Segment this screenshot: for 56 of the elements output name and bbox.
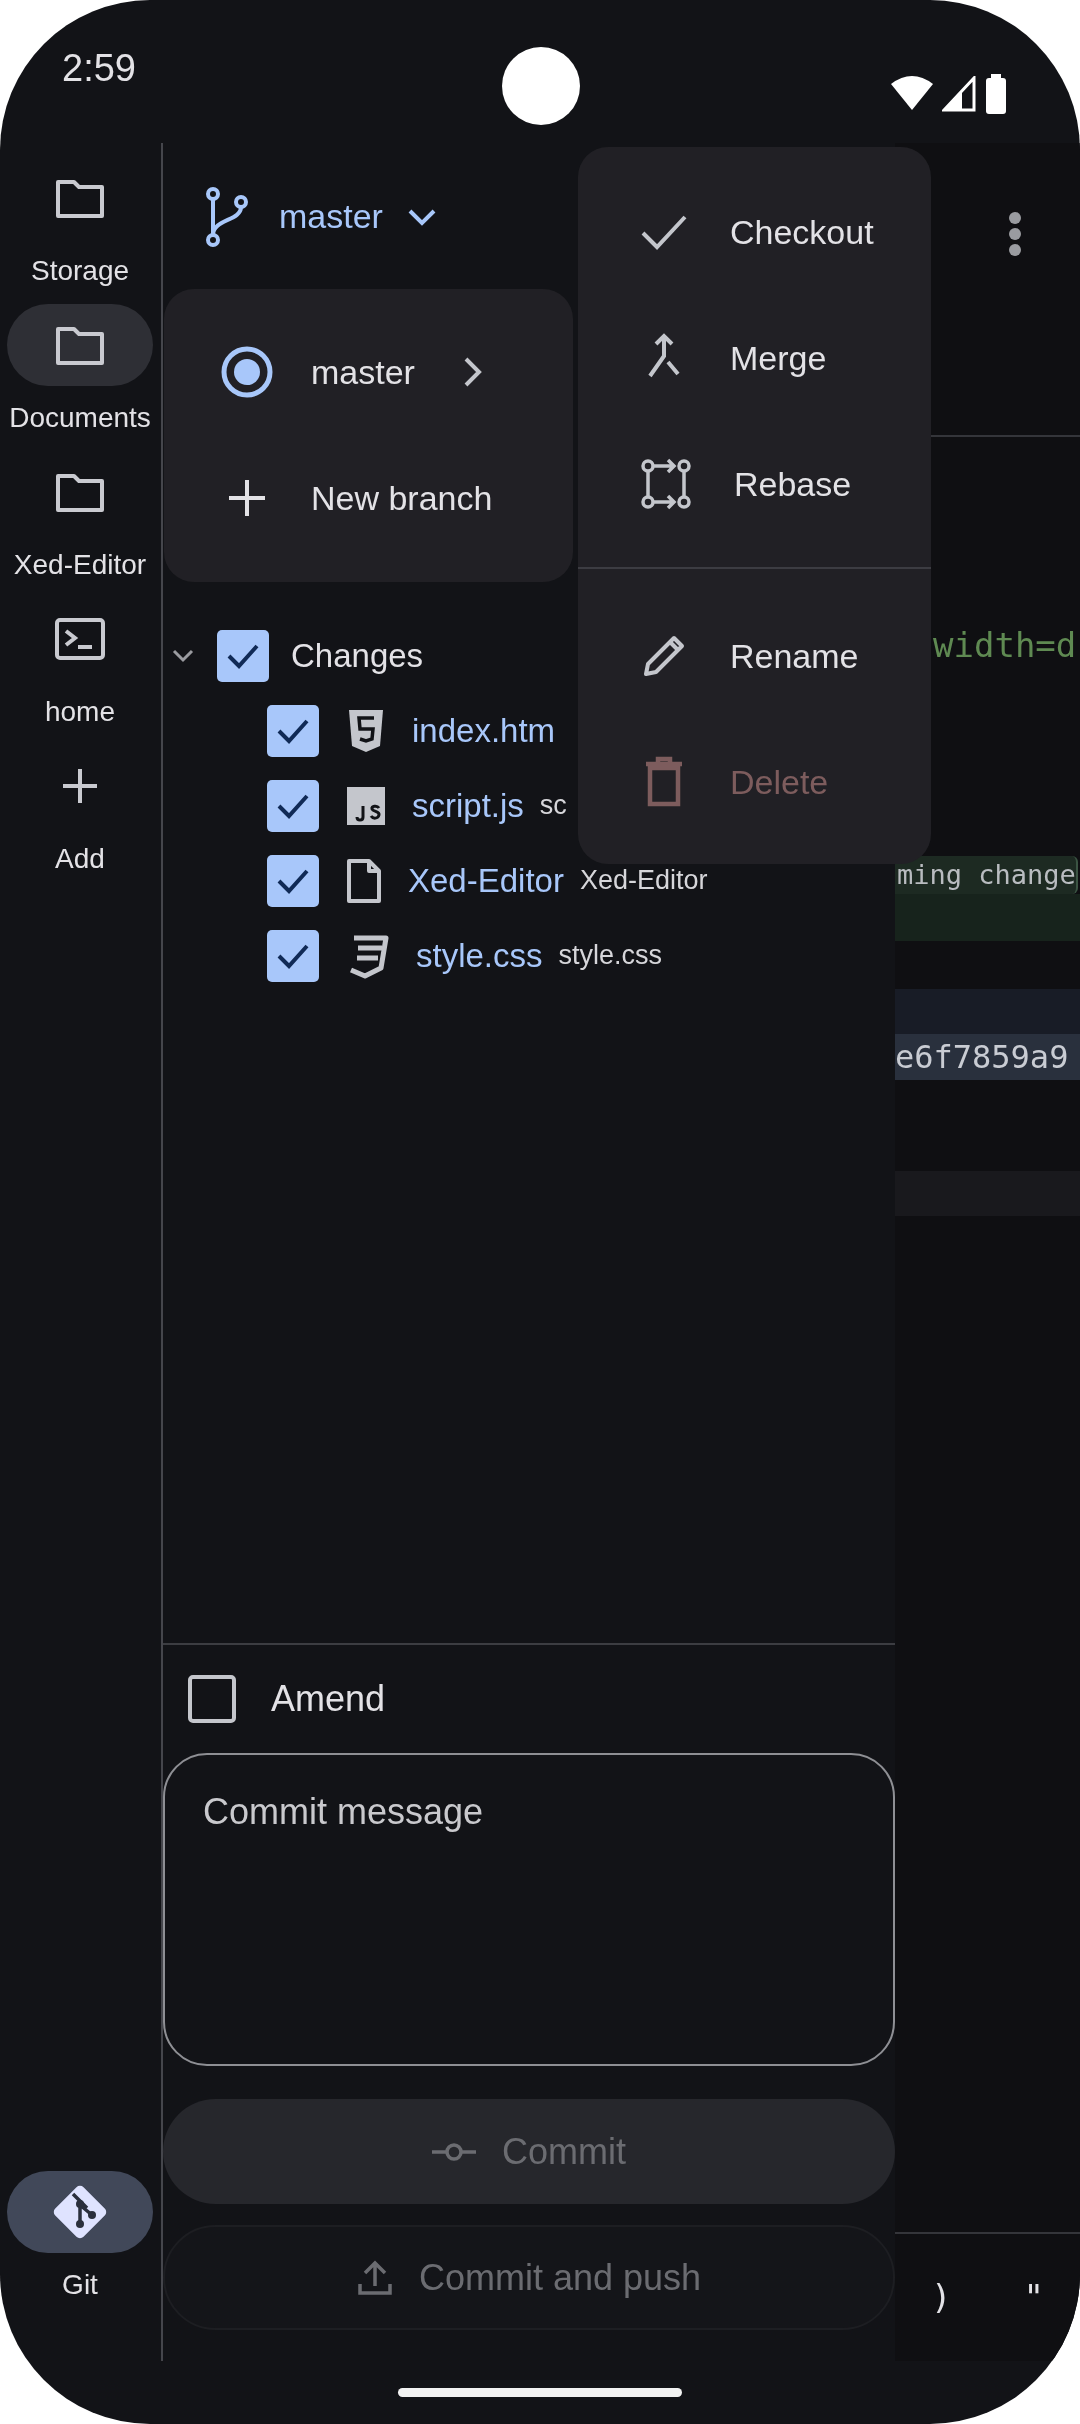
check-icon [226, 642, 260, 669]
menu-item[interactable]: Checkout [578, 169, 931, 295]
checkbox[interactable] [267, 929, 319, 982]
code-text: width=d [933, 624, 1077, 667]
check-icon [276, 867, 310, 894]
nav-label: Xed-Editor [13, 548, 147, 582]
code-text: e6f7859a9 [895, 1037, 1069, 1078]
nav-label: Storage [30, 254, 130, 288]
plus-icon [60, 766, 100, 806]
checkbox[interactable] [267, 704, 319, 757]
group-label: Changes [291, 635, 424, 676]
more-vert-icon[interactable] [1008, 211, 1022, 257]
branch-icon [205, 185, 249, 248]
symbol-key[interactable]: ) [931, 2272, 952, 2323]
branch-dropdown[interactable]: master [279, 191, 437, 242]
file-path: Xed-Editor [579, 864, 708, 898]
nav-label: home [44, 695, 115, 729]
file-name[interactable]: style.css [416, 930, 543, 981]
folder-icon [55, 471, 105, 513]
signal-icon [942, 75, 976, 112]
clock-time: 2:59 [62, 46, 136, 91]
rebase-icon [640, 458, 692, 510]
checkbox[interactable] [267, 779, 319, 832]
wifi-icon [890, 75, 934, 112]
nav-label: Add [55, 842, 105, 876]
commit-icon [432, 2141, 476, 2162]
checkbox[interactable] [188, 1675, 236, 1723]
menu-item[interactable]: New branch [164, 435, 573, 561]
menu-item[interactable]: master [164, 309, 573, 435]
symbol-key[interactable]: " [1023, 2272, 1044, 2323]
js-file-icon [346, 785, 386, 826]
file-name[interactable]: index.htm [412, 705, 556, 756]
menu-item[interactable]: Rename [578, 593, 931, 719]
chevron-right-icon [462, 356, 483, 388]
checkbox[interactable] [217, 629, 269, 682]
menu-item[interactable]: Rebase [578, 421, 931, 547]
file-name[interactable]: Xed-Editor [408, 855, 564, 906]
file-name[interactable]: script.js [412, 780, 524, 831]
check-icon [276, 792, 310, 819]
check-icon [276, 942, 310, 969]
code-text: ming change [895, 856, 1078, 894]
menu-item[interactable]: Merge [578, 295, 931, 421]
file-path: style.css [558, 939, 663, 973]
checkbox-label: Amend [271, 1677, 386, 1721]
checkbox[interactable] [267, 854, 319, 907]
nav-label: Git [62, 2268, 98, 2302]
chevron-down-icon[interactable] [171, 647, 195, 664]
folder-icon [55, 177, 105, 219]
check-icon [276, 717, 310, 744]
battery-icon [984, 73, 1008, 114]
terminal-icon [55, 618, 105, 660]
file-icon [346, 857, 382, 904]
file-path: sc [539, 789, 567, 823]
nav-label: Documents [9, 401, 151, 435]
folder-icon [55, 324, 105, 366]
upload-icon [356, 2259, 393, 2296]
